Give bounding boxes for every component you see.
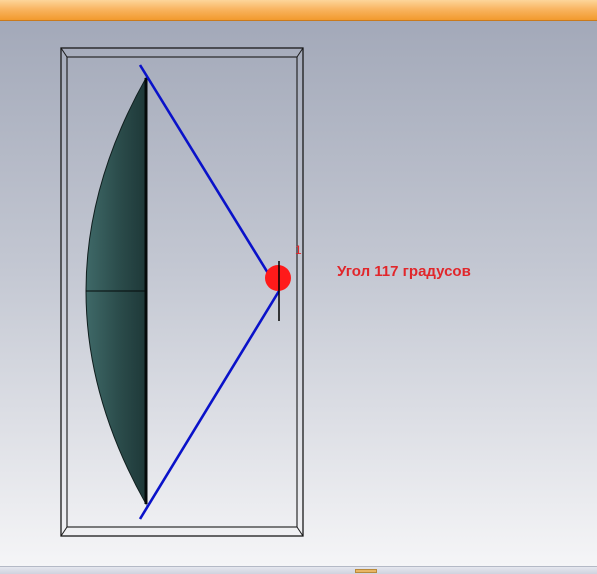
scene-canvas[interactable] [0,21,597,566]
window-title-bar [0,0,597,21]
3d-viewport[interactable] [0,21,597,566]
upper-ray [138,64,281,292]
status-bar-tab[interactable] [355,569,377,573]
vertex-marker-number: 1 [295,243,302,257]
lower-ray [138,290,281,520]
vertex-marker[interactable] [265,265,291,291]
angle-annotation: Угол 117 градусов [337,263,471,280]
